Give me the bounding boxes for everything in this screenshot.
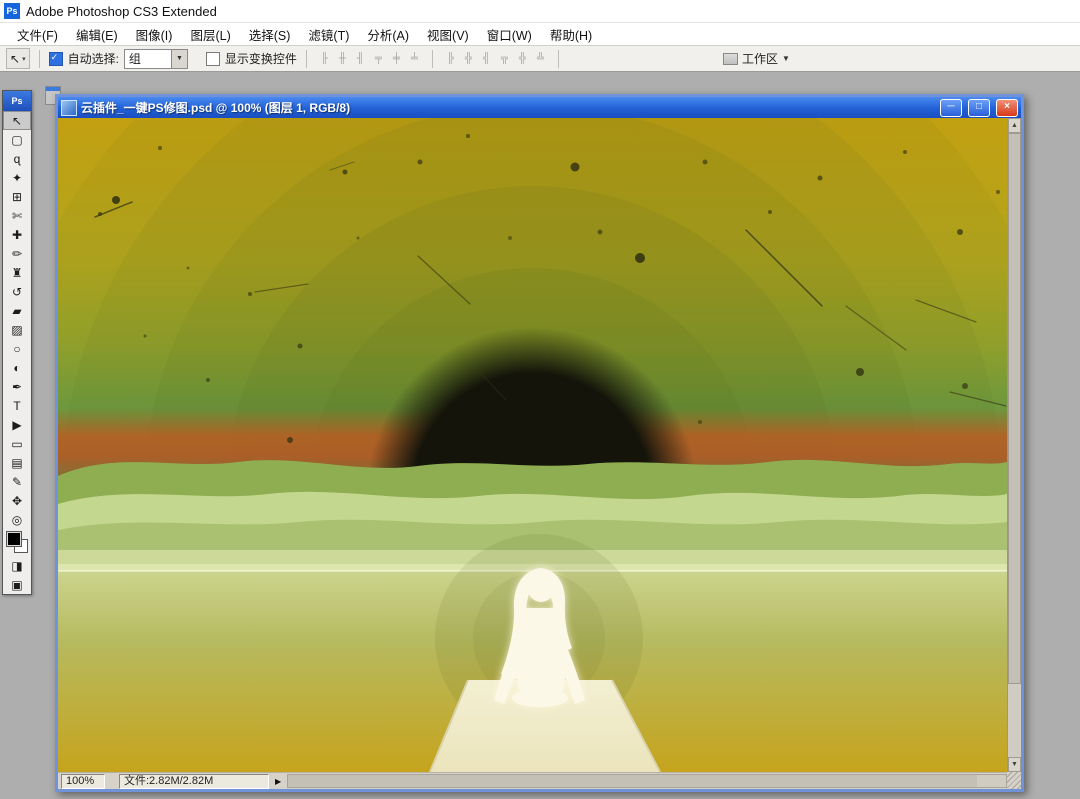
quick-mask-tool[interactable]: ◨ [3,556,31,575]
vertical-scrollbar[interactable]: ▲ ▼ [1007,118,1021,772]
options-separator [38,49,40,68]
maximize-button[interactable]: □ [968,98,990,117]
menu-bar: 文件(F) 编辑(E) 图像(I) 图层(L) 选择(S) 滤镜(T) 分析(A) 视图(V)… [0,23,1080,46]
distribute-top-icon[interactable]: ╠ [442,50,459,67]
tool-palette-grip[interactable]: Ps [3,91,31,111]
quick-selection-tool[interactable]: ✦ [3,168,31,187]
horizontal-scroll-thumb[interactable] [288,775,978,787]
document-titlebar[interactable]: 云插件_一键PS修图.psd @ 100% (图层 1, RGB/8) ─ □ … [58,97,1021,118]
menu-layer[interactable]: 图层(L) [181,23,239,46]
menu-image[interactable]: 图像(I) [127,23,182,46]
lasso-tool[interactable]: ɋ [3,149,31,168]
document-body: ▲ ▼ 100% 文件:2.82M/2.82M ▶ [58,118,1021,789]
file-size-info: 文件:2.82M/2.82M [119,773,269,789]
slice-tool[interactable]: ✄ [3,206,31,225]
app-title: Adobe Photoshop CS3 Extended [26,3,217,19]
align-h-centers-icon[interactable]: ╫ [334,50,351,67]
app-titlebar: Ps Adobe Photoshop CS3 Extended [0,0,1080,23]
workspace-icon [722,52,738,65]
align-top-edges-icon[interactable]: ╤ [370,50,387,67]
workspace-caret-icon: ▼ [781,54,790,63]
minimize-button[interactable]: ─ [940,98,962,117]
auto-select-mode-dropdown[interactable]: 组 ▼ [123,48,188,69]
horizontal-scrollbar[interactable] [287,774,1007,788]
document-window: 云插件_一键PS修图.psd @ 100% (图层 1, RGB/8) ─ □ … [55,94,1024,792]
distribute-bottom-icon[interactable]: ╣ [478,50,495,67]
type-tool[interactable]: T [3,396,31,415]
options-separator [431,49,433,68]
color-swatches[interactable] [3,529,31,556]
menu-file[interactable]: 文件(F) [8,23,67,46]
align-right-edges-icon[interactable]: ╢ [352,50,369,67]
preset-caret-icon: ▾ [22,55,26,63]
foreground-color-swatch[interactable] [7,532,21,546]
options-separator [557,49,559,68]
zoom-level-field[interactable]: 100% [61,773,105,789]
menu-edit[interactable]: 编辑(E) [67,23,127,46]
menu-help[interactable]: 帮助(H) [541,23,601,46]
distribute-buttons-group: ╠ ╬ ╣ ╦ ╬ ╩ [442,50,549,67]
menu-analysis[interactable]: 分析(A) [358,23,418,46]
blur-tool[interactable]: ○ [3,339,31,358]
scroll-up-icon[interactable]: ▲ [1008,118,1021,133]
status-expand-arrow-icon[interactable]: ▶ [273,777,283,786]
scroll-down-icon[interactable]: ▼ [1008,757,1021,772]
canvas[interactable] [58,118,1007,772]
gradient-tool[interactable]: ▨ [3,320,31,339]
auto-select-mode-value: 组 [128,52,141,66]
distribute-right-icon[interactable]: ╩ [532,50,549,67]
menu-window[interactable]: 窗口(W) [478,23,541,46]
workspace-button[interactable]: 工作区 ▼ [718,49,795,68]
auto-select-label: 自动选择: [67,52,119,66]
options-separator [305,49,307,68]
photoshop-app-icon: Ps [4,3,20,19]
show-transform-checkbox[interactable] [205,51,220,66]
document-title: 云插件_一键PS修图.psd @ 100% (图层 1, RGB/8) [81,101,351,115]
brush-tool[interactable]: ✏ [3,244,31,263]
tool-palette: Ps ↖ ▢ ɋ ✦ ⊞ ✄ ✚ ✏ ♜ ↺ ▰ ▨ ○ ◐ ✒ T ▶ ▭ ▤ ✎ ✥ ◎ ◨ ▣ [2,90,32,595]
path-selection-tool[interactable]: ▶ [3,415,31,434]
crop-tool[interactable]: ⊞ [3,187,31,206]
menu-view[interactable]: 视图(V) [418,23,478,46]
healing-brush-tool[interactable]: ✚ [3,225,31,244]
dodge-tool[interactable]: ◐ [3,358,31,377]
hand-tool[interactable]: ✥ [3,491,31,510]
distribute-v-center-icon[interactable]: ╬ [460,50,477,67]
vertical-scroll-track[interactable] [1008,133,1021,757]
document-icon [61,99,77,116]
marquee-tool[interactable]: ▢ [3,130,31,149]
show-transform-label: 显示变换控件 [224,52,297,66]
eyedropper-tool[interactable]: ✎ [3,472,31,491]
artwork [58,118,1007,772]
vertical-scroll-thumb[interactable] [1008,133,1021,685]
close-button[interactable]: × [996,98,1018,117]
document-status-bar: 100% 文件:2.82M/2.82M ▶ [58,772,1007,789]
align-left-edges-icon[interactable]: ╟ [316,50,333,67]
history-brush-tool[interactable]: ↺ [3,282,31,301]
shape-tool[interactable]: ▭ [3,434,31,453]
menu-select[interactable]: 选择(S) [240,23,300,46]
distribute-left-icon[interactable]: ╦ [496,50,513,67]
eraser-tool[interactable]: ▰ [3,301,31,320]
move-tool-preset-icon: ↖ [10,51,21,66]
pen-tool[interactable]: ✒ [3,377,31,396]
screen-mode-tool[interactable]: ▣ [3,575,31,594]
zoom-tool[interactable]: ◎ [3,510,31,529]
align-bottom-edges-icon[interactable]: ╧ [406,50,423,67]
clone-stamp-tool[interactable]: ♜ [3,263,31,282]
align-buttons-group: ╟ ╫ ╢ ╤ ╪ ╧ [316,50,423,67]
resize-grip[interactable] [1007,772,1021,789]
dropdown-caret-icon: ▼ [170,49,187,68]
distribute-h-center-icon[interactable]: ╬ [514,50,531,67]
workspace: Ps ↖ ▢ ɋ ✦ ⊞ ✄ ✚ ✏ ♜ ↺ ▰ ▨ ○ ◐ ✒ T ▶ ▭ ▤ ✎ ✥ ◎ ◨ ▣ 云插件_一键PS修图.… [0,72,1080,799]
notes-tool[interactable]: ▤ [3,453,31,472]
tool-preset-picker[interactable]: ↖ ▾ [6,48,30,69]
auto-select-checkbox[interactable] [48,51,63,66]
align-v-centers-icon[interactable]: ╪ [388,50,405,67]
workspace-label: 工作区 [741,52,778,66]
menu-filter[interactable]: 滤镜(T) [299,23,358,46]
tool-options-bar: ↖ ▾ 自动选择: 组 ▼ 显示变换控件 ╟╫╢╤╪╧ ╠╬╣╦╬╩ 工作区 ▼ [0,46,1080,72]
move-tool[interactable]: ↖ [3,111,31,130]
